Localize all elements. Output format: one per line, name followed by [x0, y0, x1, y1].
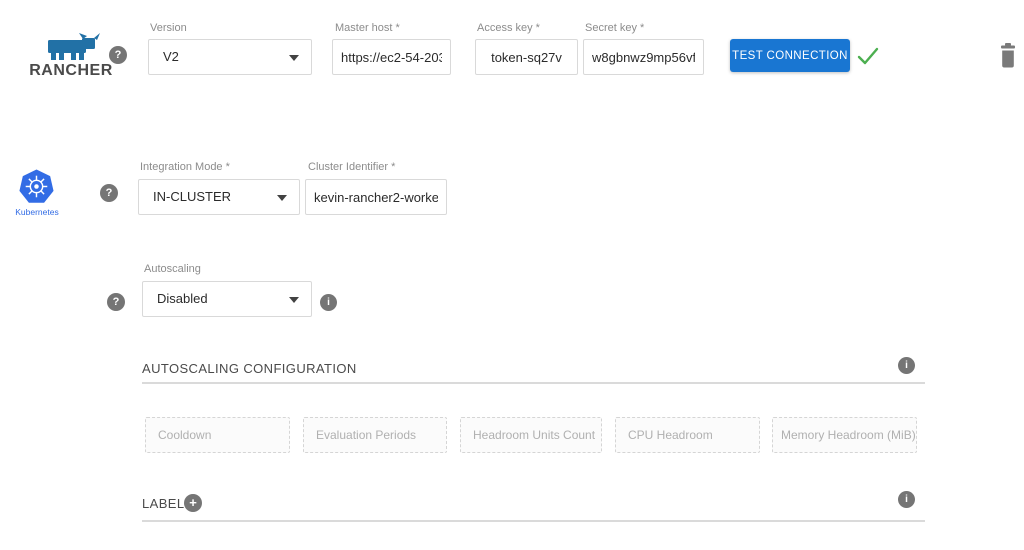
integration-mode-select[interactable]: IN-CLUSTER: [138, 179, 300, 215]
cpu-headroom-input-disabled: CPU Headroom: [615, 417, 760, 453]
autoscaling-configuration-header: AUTOSCALING CONFIGURATION: [142, 361, 357, 376]
secret-key-label: Secret key *: [585, 22, 644, 34]
autoscaling-info-icon[interactable]: i: [320, 294, 337, 311]
add-label-button[interactable]: +: [184, 494, 202, 512]
autoscaling-configuration-info-icon[interactable]: i: [898, 357, 915, 374]
labels-info-icon[interactable]: i: [898, 491, 915, 508]
cooldown-input-disabled: Cooldown: [145, 417, 290, 453]
autoscaling-label: Autoscaling: [144, 263, 201, 275]
cluster-identifier-label: Cluster Identifier *: [308, 161, 395, 173]
delete-trash-icon[interactable]: [999, 43, 1017, 74]
version-label: Version: [150, 22, 187, 34]
cluster-identifier-input[interactable]: [305, 179, 447, 215]
chevron-down-icon: [289, 55, 299, 61]
chevron-down-icon: [289, 297, 299, 303]
autoscaling-select[interactable]: Disabled: [142, 281, 312, 317]
access-key-label: Access key *: [477, 22, 540, 34]
autoscaling-configuration-divider: [142, 382, 925, 384]
connection-success-check-icon: [857, 47, 879, 71]
autoscaling-value: Disabled: [157, 291, 208, 306]
kubernetes-help-icon[interactable]: ?: [100, 184, 118, 202]
test-connection-button[interactable]: TEST CONNECTION: [730, 39, 850, 72]
kubernetes-helm-icon: [6, 169, 68, 205]
version-select[interactable]: V2: [148, 39, 312, 75]
rancher-help-icon[interactable]: ?: [109, 46, 127, 64]
master-host-input[interactable]: [332, 39, 451, 75]
headroom-units-count-input-disabled: Headroom Units Count: [460, 417, 602, 453]
kubernetes-logo: Kubernetes: [6, 169, 68, 217]
rancher-logo: RANCHER: [20, 33, 122, 80]
master-host-label: Master host *: [335, 22, 400, 34]
integration-mode-value: IN-CLUSTER: [153, 189, 231, 204]
version-value: V2: [163, 49, 179, 64]
labels-divider: [142, 520, 925, 522]
rancher-logo-text: RANCHER: [20, 62, 122, 80]
memory-headroom-input-disabled: Memory Headroom (MiB): [772, 417, 917, 453]
secret-key-input[interactable]: [583, 39, 704, 75]
kubernetes-logo-text: Kubernetes: [6, 207, 68, 217]
chevron-down-icon: [277, 195, 287, 201]
integration-mode-label: Integration Mode *: [140, 161, 230, 173]
rancher-bull-icon: [20, 33, 122, 61]
autoscaling-help-icon[interactable]: ?: [107, 293, 125, 311]
evaluation-periods-input-disabled: Evaluation Periods: [303, 417, 447, 453]
access-key-input[interactable]: [475, 39, 578, 75]
